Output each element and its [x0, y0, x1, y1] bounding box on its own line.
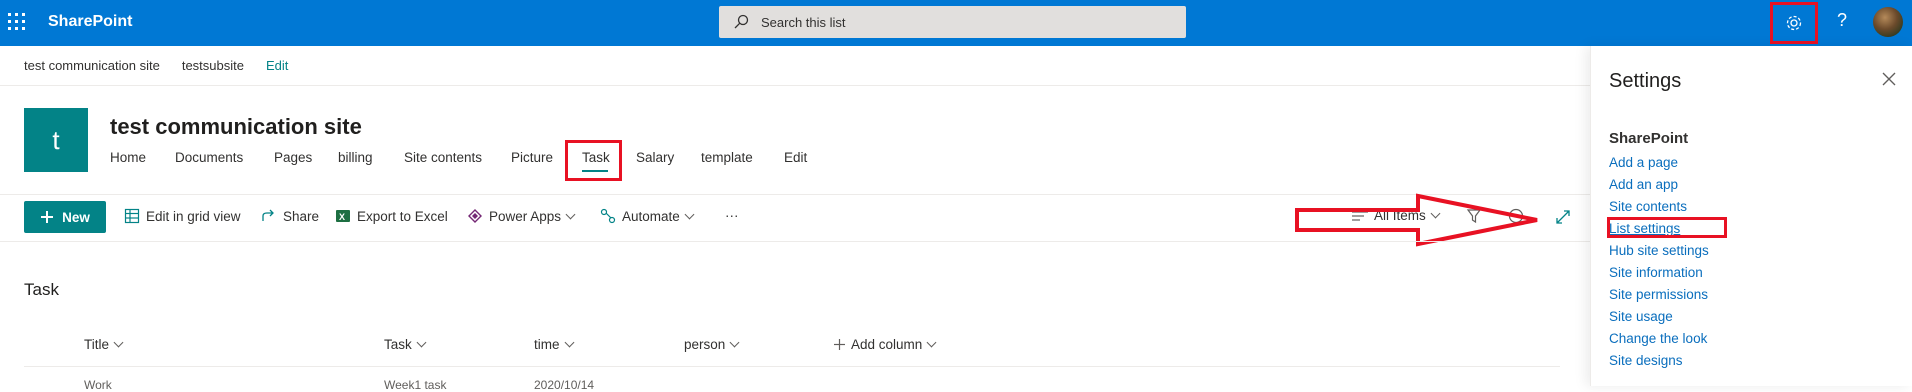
breadcrumb-item-site[interactable]: test communication site: [24, 58, 160, 73]
annotation-box-list-settings: [1607, 217, 1727, 238]
automate-icon: [600, 208, 616, 224]
avatar[interactable]: [1873, 7, 1903, 37]
divider: [0, 241, 1590, 242]
column-header-task[interactable]: Task: [384, 337, 427, 352]
divider: [0, 85, 1590, 86]
nav-item-edit[interactable]: Edit: [784, 150, 807, 165]
column-header-label: Task: [384, 337, 412, 352]
column-header-title[interactable]: Title: [84, 337, 124, 352]
expand-button[interactable]: [1555, 209, 1571, 225]
settings-section-heading: SharePoint: [1609, 130, 1689, 147]
app-name[interactable]: SharePoint: [48, 13, 132, 31]
column-header-person[interactable]: person: [684, 337, 740, 352]
site-logo[interactable]: t: [24, 108, 88, 172]
edit-grid-view-button[interactable]: Edit in grid view: [124, 208, 241, 224]
settings-link-add-page[interactable]: Add a page: [1609, 155, 1678, 170]
table-cell-task: Week1 task: [384, 378, 447, 392]
nav-item-template[interactable]: template: [701, 150, 753, 165]
settings-panel-title: Settings: [1609, 70, 1682, 92]
nav-item-documents[interactable]: Documents: [175, 150, 243, 165]
search-icon: [734, 14, 749, 29]
chevron-down-icon: [565, 209, 576, 219]
settings-link-site-designs[interactable]: Site designs: [1609, 353, 1683, 368]
share-label: Share: [283, 208, 320, 224]
table-cell-time: 2020/10/14: [534, 378, 595, 392]
search-input[interactable]: Search this list: [719, 6, 1186, 38]
settings-link-change-look[interactable]: Change the look: [1609, 331, 1707, 346]
suite-bar: SharePoint Search this list ?: [0, 0, 1912, 46]
automate-button[interactable]: Automate: [600, 208, 695, 224]
expand-icon: [1556, 210, 1570, 224]
export-label: Export to Excel: [357, 208, 448, 224]
more-commands-button[interactable]: ···: [725, 208, 739, 223]
nav-item-home[interactable]: Home: [110, 150, 146, 165]
divider: [24, 366, 1560, 367]
chevron-down-icon: [684, 209, 695, 219]
chevron-down-icon: [416, 337, 427, 348]
new-button[interactable]: New: [24, 201, 106, 233]
svg-text:X: X: [339, 212, 345, 222]
chevron-down-icon: [113, 337, 124, 348]
plus-icon: [834, 339, 845, 350]
settings-link-add-app[interactable]: Add an app: [1609, 177, 1678, 192]
excel-icon: X: [336, 210, 350, 222]
column-header-label: Title: [84, 337, 110, 352]
grid-icon: [124, 208, 140, 224]
add-column-button[interactable]: Add column: [834, 337, 937, 352]
column-header-label: time: [534, 337, 560, 352]
breadcrumb: test communication site testsubsite Edit: [24, 58, 288, 73]
settings-link-site-information[interactable]: Site information: [1609, 265, 1703, 280]
close-icon[interactable]: [1881, 70, 1897, 93]
help-icon[interactable]: ?: [1830, 10, 1854, 34]
nav-item-pages[interactable]: Pages: [274, 150, 312, 165]
settings-link-site-permissions[interactable]: Site permissions: [1609, 287, 1708, 302]
share-button[interactable]: Share: [261, 208, 319, 224]
column-header-time[interactable]: time: [534, 337, 574, 352]
plus-icon: [41, 211, 54, 223]
add-column-label: Add column: [851, 337, 923, 352]
settings-button[interactable]: [1770, 2, 1818, 44]
chevron-down-icon: [729, 337, 740, 348]
settings-panel: Settings SharePoint Add a page Add an ap…: [1590, 46, 1912, 386]
nav-item-salary[interactable]: Salary: [636, 150, 674, 165]
settings-link-hub-site-settings[interactable]: Hub site settings: [1609, 243, 1709, 258]
breadcrumb-item-subsite[interactable]: testsubsite: [182, 58, 244, 73]
power-apps-icon: [468, 209, 482, 223]
settings-link-site-usage[interactable]: Site usage: [1609, 309, 1673, 324]
search-placeholder: Search this list: [761, 15, 846, 30]
column-header-label: person: [684, 337, 726, 352]
site-title[interactable]: test communication site: [110, 114, 362, 140]
edit-grid-view-label: Edit in grid view: [146, 208, 241, 224]
export-to-excel-button[interactable]: X Export to Excel: [335, 208, 448, 224]
share-icon: [262, 209, 274, 221]
chevron-down-icon: [564, 337, 574, 348]
nav-item-picture[interactable]: Picture: [511, 150, 553, 165]
breadcrumb-edit-link[interactable]: Edit: [266, 58, 288, 73]
nav-item-billing[interactable]: billing: [338, 150, 373, 165]
power-apps-button[interactable]: Power Apps: [467, 208, 576, 224]
chevron-down-icon: [926, 337, 937, 348]
nav-item-site-contents[interactable]: Site contents: [404, 150, 482, 165]
new-button-label: New: [62, 209, 90, 225]
gear-icon: [1786, 15, 1802, 31]
waffle-icon[interactable]: [8, 13, 25, 30]
annotation-arrow: [1295, 193, 1538, 247]
table-cell-title[interactable]: Work: [84, 378, 112, 392]
settings-link-site-contents[interactable]: Site contents: [1609, 199, 1687, 214]
automate-label: Automate: [622, 208, 680, 224]
power-apps-label: Power Apps: [489, 208, 562, 224]
list-title: Task: [24, 280, 59, 299]
annotation-box-task: [565, 140, 622, 181]
